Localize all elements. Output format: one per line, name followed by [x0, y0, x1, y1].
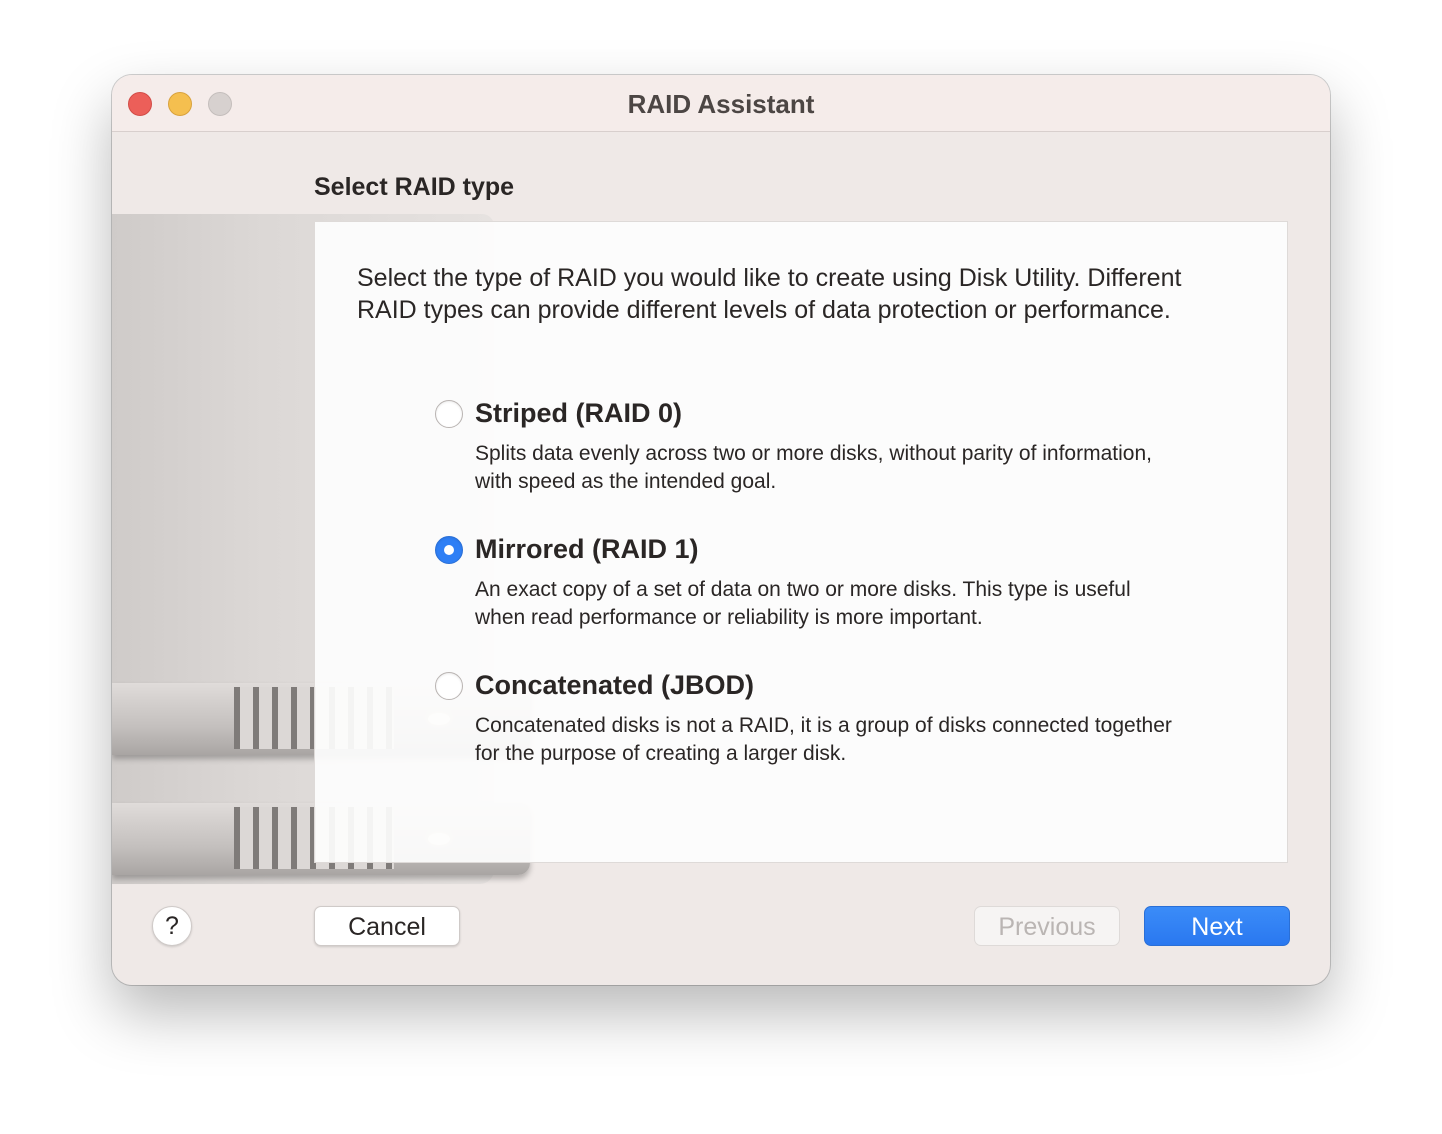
intro-text: Select the type of RAID you would like t… [357, 264, 1182, 324]
option-description: An exact copy of a set of data on two or… [475, 578, 1131, 629]
option-label[interactable]: Mirrored (RAID 1) [475, 534, 699, 565]
option-description: Concatenated disks is not a RAID, it is … [475, 714, 1172, 765]
help-button[interactable]: ? [152, 906, 192, 946]
next-button[interactable]: Next [1144, 906, 1290, 946]
radio-striped[interactable] [435, 400, 463, 428]
window-title: RAID Assistant [627, 89, 815, 119]
radio-mirrored[interactable] [435, 536, 463, 564]
raid-type-panel: Select the type of RAID you would like t… [314, 221, 1288, 863]
option-description: Splits data evenly across two or more di… [475, 442, 1152, 493]
raid-assistant-window: RAID Assistant Select RAID type Select t… [112, 75, 1330, 985]
option-label[interactable]: Concatenated (JBOD) [475, 670, 754, 701]
previous-button: Previous [974, 906, 1120, 946]
cancel-button[interactable]: Cancel [314, 906, 460, 946]
section-title: Select RAID type [314, 173, 515, 201]
title-bar: RAID Assistant [112, 75, 1330, 132]
option-label[interactable]: Striped (RAID 0) [475, 398, 682, 429]
radio-concatenated[interactable] [435, 672, 463, 700]
